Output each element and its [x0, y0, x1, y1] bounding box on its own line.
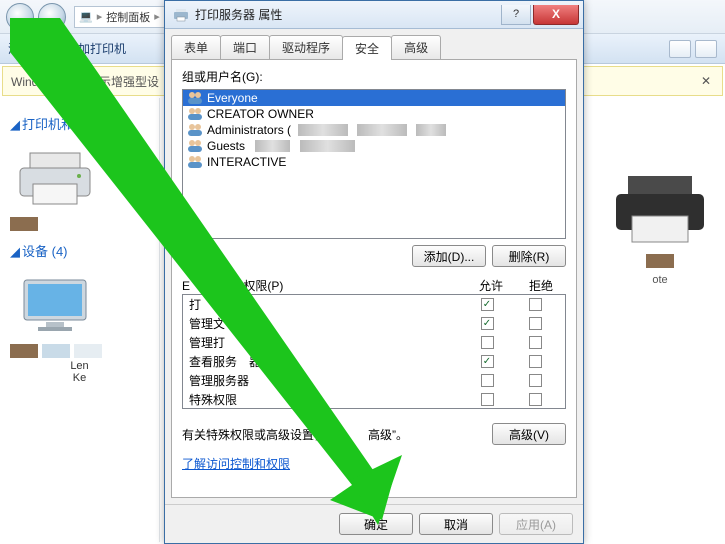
printer-icon: [610, 170, 710, 250]
users-icon: [187, 91, 203, 105]
deny-checkbox[interactable]: [529, 355, 542, 368]
permission-row: 管理文 机 ✓: [183, 314, 565, 333]
permissions-table: 打✓管理文 机✓管理打查看服务 器✓管理服务器特殊权限: [182, 294, 566, 409]
tab-ports[interactable]: 端口: [220, 35, 270, 59]
monitor-icon: [10, 270, 100, 340]
allow-checkbox[interactable]: [481, 336, 494, 349]
permission-name: 查看服务 器: [189, 353, 463, 370]
permission-row: 查看服务 器 ✓: [183, 352, 565, 371]
dialog-footer: 确定 取消 应用(A): [165, 504, 583, 543]
allow-checkbox[interactable]: [481, 393, 494, 406]
breadcrumb-item[interactable]: 控制面板: [106, 9, 150, 25]
learn-access-control-link[interactable]: 了解访问控制和权限: [182, 455, 566, 472]
monitor-device-item[interactable]: LenKe: [10, 270, 149, 384]
printer-device-item[interactable]: [10, 143, 149, 231]
users-listbox[interactable]: Everyone CREATOR OWNER Administrators ( …: [182, 89, 566, 239]
list-item[interactable]: Everyone: [183, 90, 565, 106]
security-panel: 组或用户名(G): Everyone CREATOR OWNER Adminis…: [171, 59, 577, 498]
add-device-button[interactable]: 添加设备: [8, 40, 56, 57]
dialog-titlebar[interactable]: 打印服务器 属性 ? X: [165, 1, 583, 29]
print-server-properties-dialog: 打印服务器 属性 ? X 表单 端口 驱动程序 安全 高级 组或用户名(G): …: [164, 0, 584, 544]
deny-checkbox[interactable]: [529, 374, 542, 387]
printer-icon: [10, 143, 100, 213]
list-item[interactable]: Guests: [183, 138, 565, 154]
device-label: ote: [652, 274, 667, 286]
permission-name: 管理服务器: [189, 372, 463, 389]
redacted-text: [300, 140, 355, 152]
breadcrumb[interactable]: 💻 ▸ 控制面板 ▸: [74, 6, 169, 28]
apply-button[interactable]: 应用(A): [499, 513, 573, 535]
users-icon: [187, 155, 203, 169]
list-item[interactable]: Administrators (: [183, 122, 565, 138]
chevron-right-icon: ▸: [97, 10, 103, 23]
list-item[interactable]: INTERACTIVE: [183, 154, 565, 170]
add-printer-button[interactable]: 添加打印机: [66, 40, 126, 57]
chevron-right-icon: ▸: [154, 10, 160, 23]
users-icon: [187, 107, 203, 121]
add-button[interactable]: 添加(D)...: [412, 245, 486, 267]
nav-forward-button[interactable]: [38, 3, 66, 31]
caret-icon: ◢: [10, 117, 20, 132]
permission-name: 打: [189, 296, 463, 313]
permission-name: 管理文 机: [189, 315, 463, 332]
deny-column-header: 拒绝: [516, 277, 566, 294]
tab-drivers[interactable]: 驱动程序: [269, 35, 343, 59]
deny-checkbox[interactable]: [529, 336, 542, 349]
list-item[interactable]: CREATOR OWNER: [183, 106, 565, 122]
allow-checkbox[interactable]: [481, 374, 494, 387]
deny-checkbox[interactable]: [529, 393, 542, 406]
redacted-text: [298, 124, 348, 136]
printer-icon: [173, 7, 189, 23]
permission-name: 管理打: [189, 334, 463, 351]
allow-checkbox[interactable]: ✓: [481, 317, 494, 330]
allow-column-header: 允许: [466, 277, 516, 294]
infobar-text: Windows 可以显示增强型设: [11, 73, 159, 90]
section-devices-header[interactable]: ◢设备 (4): [10, 241, 149, 260]
tab-advanced[interactable]: 高级: [391, 35, 441, 59]
computer-icon: 💻: [79, 10, 93, 23]
caret-icon: ◢: [10, 244, 20, 259]
redacted-text: [255, 140, 290, 152]
dialog-title: 打印服务器 属性: [195, 6, 282, 23]
tab-security[interactable]: 安全: [342, 36, 392, 60]
section-printers-header[interactable]: ◢打印机和传真 (6): [10, 114, 149, 133]
help-button[interactable]: ?: [501, 5, 531, 25]
explorer-content: ◢打印机和传真 (6) ◢设备 (4) LenKe: [0, 98, 160, 542]
deny-checkbox[interactable]: [529, 317, 542, 330]
ok-button[interactable]: 确定: [339, 513, 413, 535]
right-device-item[interactable]: ote: [595, 40, 725, 260]
allow-checkbox[interactable]: ✓: [481, 355, 494, 368]
dialog-tabs: 表单 端口 驱动程序 安全 高级: [165, 29, 583, 59]
redacted-text: [416, 124, 446, 136]
redacted-text: [357, 124, 407, 136]
deny-checkbox[interactable]: [529, 298, 542, 311]
advanced-button[interactable]: 高级(V): [492, 423, 566, 445]
users-icon: [187, 123, 203, 137]
permission-row: 管理服务器: [183, 371, 565, 390]
users-icon: [187, 139, 203, 153]
remove-button[interactable]: 删除(R): [492, 245, 566, 267]
permission-name: 特殊权限: [189, 391, 463, 408]
cancel-button[interactable]: 取消: [419, 513, 493, 535]
close-button[interactable]: X: [533, 5, 579, 25]
nav-back-button[interactable]: [6, 3, 34, 31]
permission-row: 特殊权限: [183, 390, 565, 409]
groups-label: 组或用户名(G):: [182, 68, 566, 85]
tab-forms[interactable]: 表单: [171, 35, 221, 59]
permission-row: 管理打: [183, 333, 565, 352]
allow-checkbox[interactable]: ✓: [481, 298, 494, 311]
permission-row: 打✓: [183, 295, 565, 314]
